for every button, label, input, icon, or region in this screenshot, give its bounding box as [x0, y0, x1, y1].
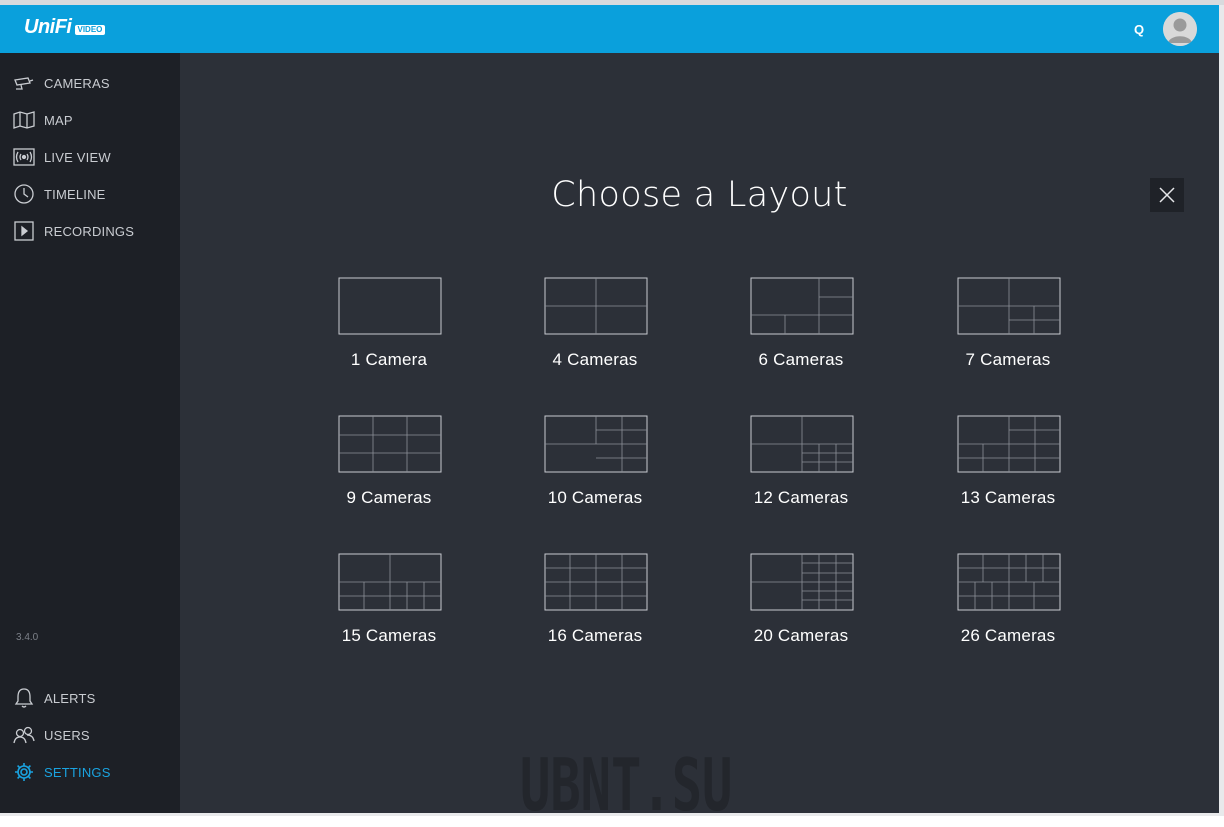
sidebar-item-cameras[interactable]: CAMERAS	[0, 68, 180, 98]
layout-option-label: 26 Cameras	[960, 626, 1056, 645]
layout-thumbnail-icon	[544, 415, 648, 473]
layout-thumbnail-icon	[750, 277, 854, 335]
layout-option-label: 10 Cameras	[547, 488, 643, 507]
users-icon	[13, 724, 35, 746]
layout-option[interactable]: 12 Cameras	[726, 415, 876, 525]
layout-option[interactable]: 9 Cameras	[314, 415, 464, 525]
layout-thumbnail-icon	[957, 553, 1061, 611]
layout-thumbnail-icon	[338, 277, 442, 335]
search-button[interactable]: Q	[1130, 21, 1148, 39]
live-view-icon	[13, 146, 35, 168]
map-icon	[13, 109, 35, 131]
sidebar: CAMERAS MAP LIVE VIEW TIMELINE RECORDING…	[0, 53, 180, 813]
play-icon	[13, 220, 35, 242]
layout-option-label: 4 Cameras	[552, 350, 638, 369]
layout-option-label: 9 Cameras	[346, 488, 432, 507]
layout-thumbnail-icon	[957, 415, 1061, 473]
sidebar-item-label: ALERTS	[44, 690, 96, 706]
sidebar-item-label: USERS	[44, 727, 90, 743]
layout-option[interactable]: 20 Cameras	[726, 553, 876, 663]
sidebar-item-alerts[interactable]: ALERTS	[0, 683, 180, 713]
layout-thumbnail-icon	[750, 415, 854, 473]
sidebar-item-label: SETTINGS	[44, 764, 111, 780]
sidebar-item-label: CAMERAS	[44, 75, 110, 91]
sidebar-item-settings[interactable]: SETTINGS	[0, 757, 180, 787]
clock-icon	[13, 183, 35, 205]
window-right-border	[1219, 5, 1224, 816]
layout-option[interactable]: 15 Cameras	[314, 553, 464, 663]
layout-option-label: 12 Cameras	[753, 488, 849, 507]
layout-chooser-panel: Choose a Layout 1 Camera 4 Cameras 6 Camer…	[180, 53, 1219, 827]
logo-text: UniFi	[24, 16, 72, 38]
camera-icon	[13, 72, 35, 94]
layout-option-label: 6 Cameras	[758, 350, 844, 369]
sidebar-item-label: LIVE VIEW	[44, 149, 111, 165]
gear-icon	[13, 761, 35, 783]
layout-option-label: 13 Cameras	[960, 488, 1056, 507]
close-icon	[1159, 187, 1175, 203]
layout-thumbnail-icon	[957, 277, 1061, 335]
sidebar-item-label: MAP	[44, 112, 73, 128]
top-header: UniFi VIDEO Q	[0, 5, 1219, 53]
close-button[interactable]	[1150, 178, 1184, 212]
layout-thumbnail-icon	[338, 415, 442, 473]
layout-thumbnail-icon	[544, 553, 648, 611]
page-title: Choose a Layout	[551, 175, 848, 215]
sidebar-item-recordings[interactable]: RECORDINGS	[0, 216, 180, 246]
layout-option[interactable]: 16 Cameras	[520, 553, 670, 663]
layout-option[interactable]: 13 Cameras	[933, 415, 1083, 525]
layout-option-label: 20 Cameras	[753, 626, 849, 645]
layout-thumbnail-icon	[338, 553, 442, 611]
avatar-silhouette-icon	[1163, 12, 1197, 46]
layout-option-label: 15 Cameras	[341, 626, 437, 645]
version-label: 3.4.0	[16, 632, 39, 643]
sidebar-item-map[interactable]: MAP	[0, 105, 180, 135]
sidebar-item-label: TIMELINE	[44, 186, 106, 202]
layout-option-label: 16 Cameras	[547, 626, 643, 645]
logo-badge: VIDEO	[74, 25, 106, 35]
sidebar-item-timeline[interactable]: TIMELINE	[0, 179, 180, 209]
sidebar-item-live-view[interactable]: LIVE VIEW	[0, 142, 180, 172]
bell-icon	[13, 687, 35, 709]
layout-thumbnail-icon	[750, 553, 854, 611]
layout-option[interactable]: 26 Cameras	[933, 553, 1083, 663]
sidebar-item-users[interactable]: USERS	[0, 720, 180, 750]
layout-option-label: 7 Cameras	[965, 350, 1051, 369]
user-avatar[interactable]	[1163, 12, 1197, 46]
layout-thumbnail-icon	[544, 277, 648, 335]
sidebar-item-label: RECORDINGS	[44, 223, 135, 239]
layout-option[interactable]: 7 Cameras	[933, 277, 1083, 387]
layout-option[interactable]: 6 Cameras	[726, 277, 876, 387]
layout-option[interactable]: 10 Cameras	[520, 415, 670, 525]
layout-option[interactable]: 4 Cameras	[520, 277, 670, 387]
layout-option-label: 1 Camera	[350, 350, 428, 369]
layout-option[interactable]: 1 Camera	[314, 277, 464, 387]
unifi-video-logo[interactable]: UniFi VIDEO	[24, 16, 106, 38]
